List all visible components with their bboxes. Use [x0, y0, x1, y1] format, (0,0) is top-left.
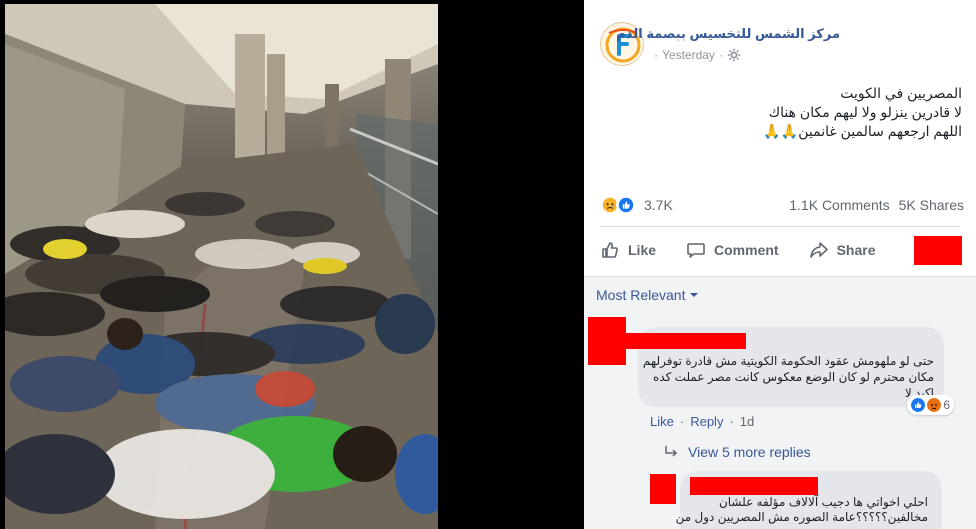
- comment-text-line: احلي اخواتي ها دجيب آلالاف مؤلفه علشان: [718, 495, 928, 509]
- share-arrow-icon: [809, 242, 828, 258]
- page-name-link[interactable]: مركز الشمس للتخسيس ببصمة الدم: [616, 26, 840, 42]
- photo-illustration: [5, 4, 438, 529]
- share-label: Share: [836, 242, 876, 258]
- comment-text-line: اكيد لا: [904, 386, 934, 400]
- post-meta-dot-2: ·: [718, 48, 723, 62]
- reactions-summary: 3.7K 1.1K Comments 5K Shares: [600, 192, 964, 218]
- more-replies-label: View 5 more replies: [688, 444, 811, 460]
- comment-text: حتى لو ملهومش عقود الحكومة الكويتية مش ق…: [642, 353, 934, 401]
- comment-text-line: مكان محترم لو كان الوضع معكوس كانت مصر ع…: [653, 370, 934, 384]
- redaction-box: [650, 474, 676, 504]
- post-header: مركز الشمس للتخسيس ببصمة الدم · Yesterda…: [600, 20, 970, 70]
- reaction-icons[interactable]: [600, 195, 636, 215]
- comments-section: Most Relevant حتى لو ملهومش عقود الحكومة…: [584, 277, 976, 529]
- post-time[interactable]: Yesterday: [662, 48, 715, 62]
- view-more-replies[interactable]: View 5 more replies: [664, 444, 811, 460]
- redaction-box: [622, 333, 746, 349]
- comment-reaction-count: 6: [943, 398, 950, 412]
- shares-count[interactable]: 5K Shares: [899, 197, 964, 213]
- post-meta-dot: ·: [654, 48, 658, 62]
- post-text-line: المصريين في الكويت: [840, 85, 962, 101]
- separator-dot: ·: [679, 414, 685, 429]
- post-text-line: اللهم ارجعهم سالمين غانمين🙏🙏: [763, 123, 962, 139]
- thumbs-up-icon: [602, 242, 618, 258]
- comment-label: Comment: [714, 242, 779, 258]
- comments-count[interactable]: 1.1K Comments: [789, 197, 889, 213]
- comment-reactions[interactable]: 6: [907, 395, 954, 415]
- comment-text: احلي اخواتي ها دجيب آلالاف مؤلفه علشان م…: [675, 495, 928, 525]
- reaction-count[interactable]: 3.7K: [644, 197, 673, 213]
- photo-viewer: [0, 0, 584, 529]
- post-meta: · Yesterday ·: [654, 48, 741, 62]
- divider: [600, 226, 960, 227]
- engagement-counts: 1.1K Comments 5K Shares: [789, 197, 964, 213]
- redaction-box: [914, 236, 962, 265]
- separator-dot: ·: [729, 414, 734, 429]
- reply-arrow-icon: [665, 446, 678, 457]
- redaction-box: [588, 317, 626, 365]
- like-label: Like: [628, 242, 657, 258]
- comment-time[interactable]: 1d: [740, 414, 754, 429]
- chevron-down-icon: [690, 293, 699, 297]
- comment-button[interactable]: Comment: [686, 240, 779, 260]
- speech-bubble-icon: [687, 243, 705, 258]
- sort-label: Most Relevant: [596, 287, 686, 303]
- comment-reply-link[interactable]: Reply: [690, 414, 723, 429]
- post-text: المصريين في الكويت لا قادرين ينزلو ولا ل…: [602, 84, 962, 141]
- comment-like-link[interactable]: Like: [650, 414, 674, 429]
- like-icon: [616, 195, 636, 215]
- like-icon: [911, 398, 926, 412]
- post-photo[interactable]: [5, 4, 438, 529]
- post-panel: مركز الشمس للتخسيس ببصمة الدم · Yesterda…: [584, 0, 976, 529]
- comment-actions: Like · Reply · 1d: [650, 414, 754, 429]
- like-button[interactable]: Like: [600, 240, 656, 260]
- comment-sort-dropdown[interactable]: Most Relevant: [596, 287, 699, 303]
- redaction-box: [690, 477, 818, 495]
- gear-icon[interactable]: [727, 48, 741, 62]
- comment-text-line: مخالفين؟؟؟؟؟عامة الصوره مش المصريين دول …: [675, 510, 928, 524]
- share-button[interactable]: Share: [809, 240, 876, 260]
- post-text-line: لا قادرين ينزلو ولا ليهم مكان هناك: [768, 104, 962, 120]
- angry-icon: [927, 398, 942, 412]
- comment-text-line: حتى لو ملهومش عقود الحكومة الكويتية مش ق…: [642, 354, 934, 368]
